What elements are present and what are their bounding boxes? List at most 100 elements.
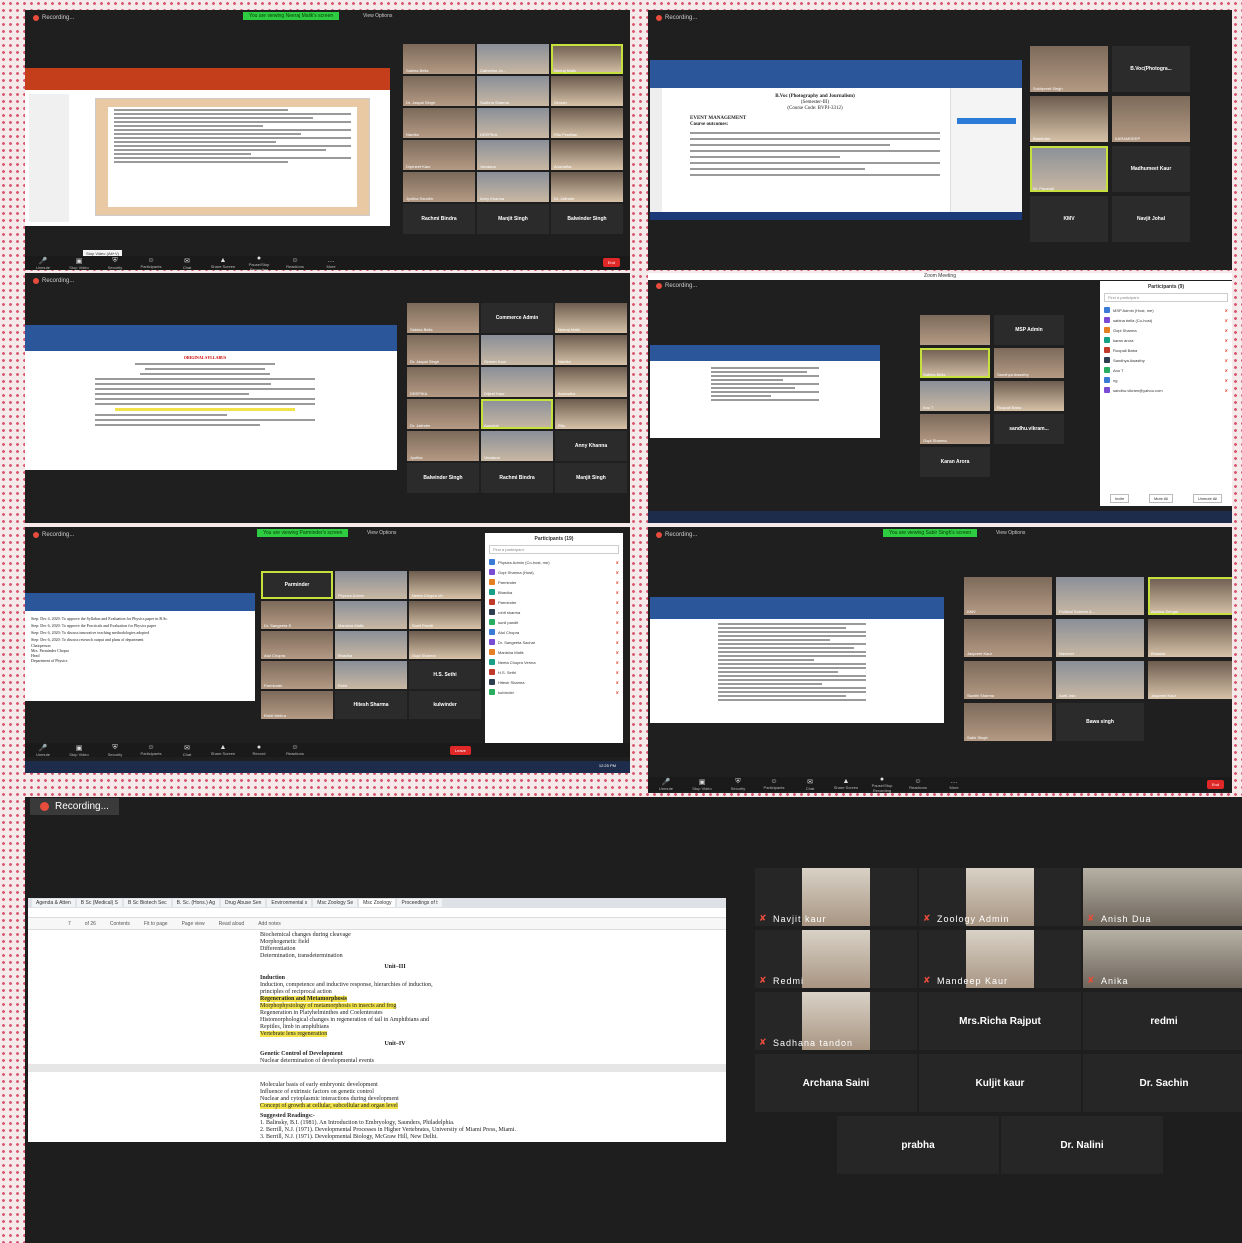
- participant-tile-parminder[interactable]: Parminder: [261, 661, 333, 689]
- toolbar-pause-stop-recording-button[interactable]: ● Pause/Stop Recording: [864, 776, 900, 793]
- participant-tile-navjit-kaur[interactable]: Navjit kaur ✘: [755, 868, 917, 926]
- participant-tile-rohit[interactable]: Rohit: [335, 661, 407, 689]
- toolbar-share-screen-button[interactable]: ▲ Share Screen: [205, 744, 241, 756]
- toolbar-unmute-button[interactable]: 🎤 Unmute: [25, 257, 61, 270]
- toolbar-unmute-button[interactable]: 🎤 Unmute: [648, 778, 684, 791]
- participant-tile-redmi[interactable]: Redmi ✘: [755, 930, 917, 988]
- participant-tile-balwinder-singh[interactable]: Balwinder Singh: [407, 463, 479, 493]
- browser-tab[interactable]: B Sc (Medical) S: [76, 899, 122, 907]
- participant-row[interactable]: Dr. Sangeeta Sachar ✘: [485, 637, 623, 647]
- browser-tab[interactable]: Proceedings of t: [397, 899, 442, 907]
- participant-tile-sunil-pandit[interactable]: Sunil Pandit: [409, 601, 481, 629]
- muted-mic-icon[interactable]: ✘: [616, 640, 619, 645]
- participant-tile-namita[interactable]: Namita: [403, 108, 475, 138]
- participant-tile-kmv[interactable]: KMV: [964, 577, 1052, 615]
- toolbar-pause-stop-recording-button[interactable]: ● Pause/Stop Recording: [241, 255, 277, 271]
- participant-row[interactable]: MSP Admin (Host, me) ✘: [1100, 305, 1232, 315]
- participant-tile-madhumeet-kaur[interactable]: Madhumeet Kaur: [1112, 146, 1190, 192]
- participant-tile-ritu[interactable]: Ritu: [555, 399, 627, 429]
- toolbar-chat-button[interactable]: ✉ Chat: [169, 744, 205, 757]
- participant-tile-anny-khanna[interactable]: Anny Khanna: [477, 172, 549, 202]
- participant-tile-ritu-pradhan[interactable]: Ritu Pradhan: [551, 108, 623, 138]
- participant-search-input[interactable]: Find a participant: [489, 545, 619, 554]
- participant-tile-simran[interactable]: Simran: [551, 76, 623, 106]
- participant-row[interactable]: Sandhya Awasthy ✘: [1100, 355, 1232, 365]
- participant-tile-neeta-chopra-ve[interactable]: Neeta Chopra Ve: [409, 571, 481, 599]
- participant-tile-rachmi-bindra[interactable]: Rachmi Bindra: [403, 204, 475, 234]
- muted-mic-icon[interactable]: ✘: [616, 580, 619, 585]
- browser-tab[interactable]: Msc Zoology Se: [313, 899, 358, 907]
- browser-tab[interactable]: Drug Abuse Sen: [221, 899, 266, 907]
- participant-row[interactable]: ng ✘: [1100, 375, 1232, 385]
- participant-tile-sabina-bella[interactable]: Sabina Bella: [920, 348, 990, 378]
- participant-tile-navjit-johal[interactable]: Navjit Johal: [1112, 196, 1190, 242]
- muted-mic-icon[interactable]: ✘: [1225, 318, 1228, 323]
- pdf-add-notes-button[interactable]: Add notes: [258, 921, 281, 927]
- participant-tile-gopi-sharma[interactable]: Gopi Sharma: [409, 631, 481, 659]
- toolbar-record-button[interactable]: ● Record: [241, 744, 277, 756]
- participant-row[interactable]: Gopi Sharma ✘: [1100, 325, 1232, 335]
- participant-tile-balwinder[interactable]: Balwinder: [1030, 96, 1108, 142]
- participant-tile-catherine-jo[interactable]: Catherine Jo...: [477, 44, 549, 74]
- participant-tile-physics-admin[interactable]: Physics Admin: [335, 571, 407, 599]
- participant-tile-kulwinder[interactable]: kulwinder: [409, 691, 481, 719]
- participant-tile-anu-t[interactable]: Anu T: [920, 381, 990, 411]
- participant-tile-jaspreet-kaur[interactable]: Jaspreet Kaur: [964, 619, 1052, 657]
- muted-mic-icon[interactable]: ✘: [616, 620, 619, 625]
- end-meeting-button[interactable]: End: [1206, 780, 1224, 789]
- participant-tile-manisha-malik[interactable]: Manisha Malik: [335, 601, 407, 629]
- participant-tile-sabir-singh[interactable]: Sabir Singh: [964, 703, 1052, 741]
- participant-row[interactable]: kulvinder ✘: [485, 687, 623, 697]
- participant-tile-blank[interactable]: [920, 315, 990, 345]
- participant-tile-sandhu-vikram[interactable]: sandhu.vikram...: [994, 414, 1064, 444]
- participant-tile-deepika[interactable]: DEEPIKA: [407, 367, 479, 397]
- muted-mic-icon[interactable]: ✘: [1225, 308, 1228, 313]
- toolbar-stop-video-button[interactable]: ▣ Stop Video: [684, 778, 720, 791]
- participant-row[interactable]: sandhu.vikram@yahoo.com ✘: [1100, 385, 1232, 395]
- participant-tile-anika[interactable]: Anika ✘: [1083, 930, 1242, 988]
- toolbar-reactions-button[interactable]: ☺ Reactions: [900, 778, 936, 790]
- participant-tile-karan-arora[interactable]: Karan Arora: [920, 447, 990, 477]
- muted-mic-icon[interactable]: ✘: [1225, 368, 1228, 373]
- toolbar-stop-video-button[interactable]: ▣ Stop Video: [61, 257, 97, 270]
- toolbar-chat-button[interactable]: ✉ Chat: [792, 778, 828, 791]
- toolbar-security-button[interactable]: ⛨ Security: [720, 778, 756, 791]
- participant-tile-roopali-batra[interactable]: Roopali Batra: [994, 381, 1064, 411]
- address-bar[interactable]: [28, 908, 726, 918]
- browser-tab[interactable]: Environmental s: [267, 899, 312, 907]
- muted-mic-icon[interactable]: ✘: [1225, 358, 1228, 363]
- participant-tile-b-voc-photogra[interactable]: B.Voc(Photogra...: [1112, 46, 1190, 92]
- participant-tile-parminder[interactable]: Parminder: [261, 571, 333, 599]
- participant-row[interactable]: Hitesh Sharma ✘: [485, 677, 623, 687]
- participant-tile-karamdeep[interactable]: KARAMDEEP: [1112, 96, 1190, 142]
- participant-tile-neeraj-malik[interactable]: Neeraj Malik: [551, 44, 623, 74]
- participant-tile-rachmi-bindra[interactable]: Rachmi Bindra: [481, 463, 553, 493]
- participant-row[interactable]: rohit sharma ✘: [485, 607, 623, 617]
- participant-tile-mandeep-kaur[interactable]: Mandeep Kaur ✘: [919, 930, 1081, 988]
- toolbar-chat-button[interactable]: ✉ Chat: [169, 257, 205, 270]
- participant-tile-dr-jaspal-singh[interactable]: Dr. Jaspal Singh: [403, 76, 475, 106]
- participant-tile-simran-kaur[interactable]: Simran Kaur: [481, 335, 553, 365]
- muted-mic-icon[interactable]: ✘: [1225, 348, 1228, 353]
- participant-tile-manjit-singh[interactable]: Manjit Singh: [555, 463, 627, 493]
- toolbar-reactions-button[interactable]: ☺ Reactions: [277, 257, 313, 269]
- participant-tile-gopi-sharma[interactable]: Gopi Sharma: [920, 414, 990, 444]
- participant-row[interactable]: karan arora ✘: [1100, 335, 1232, 345]
- toolbar-participants-button[interactable]: ☺ Participants: [133, 744, 169, 756]
- participant-tile-neeraj-malik[interactable]: Neeraj Malik: [555, 303, 627, 333]
- muted-mic-icon[interactable]: ✘: [616, 690, 619, 695]
- participant-tile-bhavika[interactable]: Bhavika: [335, 631, 407, 659]
- participant-tile-sabina-bella[interactable]: Sabina Bella: [407, 303, 479, 333]
- participant-tile-diljeet-kaur[interactable]: Diljeet Kaur: [481, 367, 553, 397]
- participant-search-input[interactable]: Find a participant: [1104, 293, 1228, 302]
- view-options-button[interactable]: View Options: [367, 530, 396, 536]
- participant-tile-aanchal[interactable]: Aanchal: [481, 399, 553, 429]
- muted-mic-icon[interactable]: ✘: [616, 600, 619, 605]
- toolbar-unmute-button[interactable]: 🎤 Unmute: [25, 744, 61, 757]
- participant-tile-aarti-jain[interactable]: Aarti Jain: [1056, 661, 1144, 699]
- participant-tile-redmi[interactable]: redmi: [1083, 992, 1242, 1050]
- participant-row[interactable]: Bhavika ✘: [485, 587, 623, 597]
- participant-row[interactable]: Manisha Malik ✘: [485, 647, 623, 657]
- participant-tile-anish-dua[interactable]: Anish Dua ✘: [1083, 868, 1242, 926]
- participant-row[interactable]: H.S. Sethi ✘: [485, 667, 623, 677]
